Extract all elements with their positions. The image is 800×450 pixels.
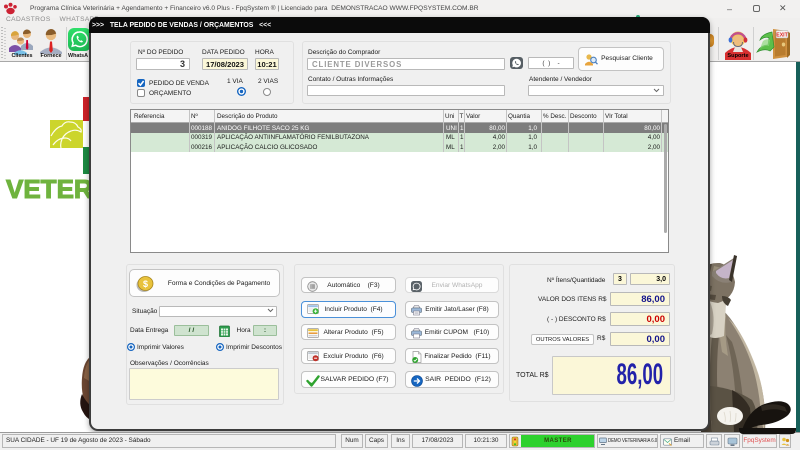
svg-text:$: $ — [143, 279, 148, 289]
svg-text:EXIT: EXIT — [776, 33, 788, 39]
